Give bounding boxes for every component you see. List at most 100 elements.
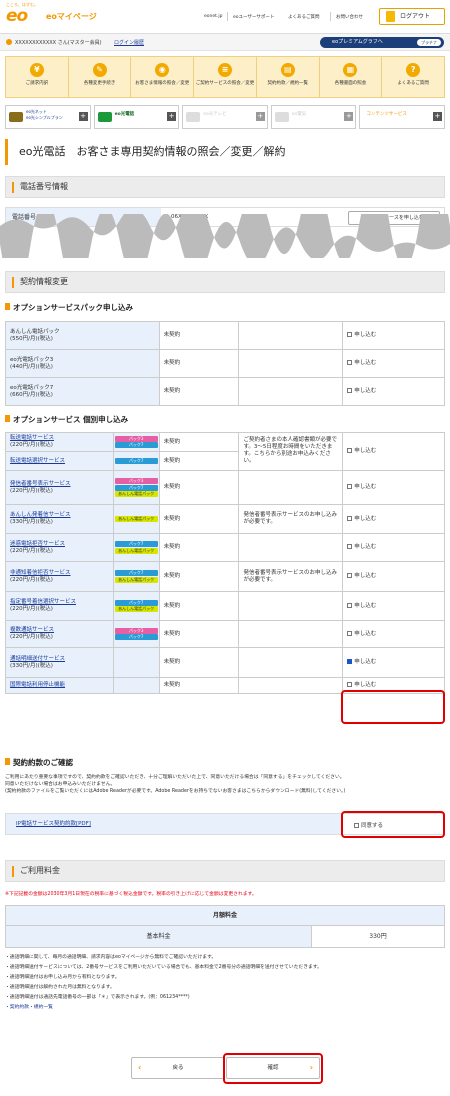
premium-graph-button[interactable]: eoプレミアムグラフへ プラチナ xyxy=(320,37,444,48)
option-apply-cell[interactable]: 申し込む xyxy=(342,561,445,592)
option-apply-cell[interactable]: 申し込む xyxy=(342,620,445,648)
menu-item-terms[interactable]: ▤ 契約約款／規約一覧 xyxy=(257,57,320,97)
checkbox-icon[interactable] xyxy=(347,602,353,608)
eo-logo[interactable]: こころ、はずむ。 eo eoマイページ xyxy=(6,1,97,26)
option-tags xyxy=(112,677,160,694)
option-name-link[interactable]: 複数通話サービス xyxy=(10,627,54,633)
note-item: ・通話明細送付は通話先電話番号の一部は「＊」で表示されます。(例：061234*… xyxy=(5,995,190,1000)
pack-name-text: あんしん電話パック (550円/月)(税込) xyxy=(10,328,60,342)
plus-icon[interactable]: + xyxy=(344,112,354,121)
option-row: 非通知着信拒否サービス (220円/月)(税込) パック7 あんしん電話パック 未契約発… xyxy=(5,561,445,592)
option-apply-cell[interactable]: 申し込む xyxy=(342,432,445,471)
option-name-link[interactable]: 迷惑電話拒否サービス xyxy=(10,541,65,547)
pack-apply-cell[interactable]: 申し込む xyxy=(342,377,445,406)
option-tags: パック3 パック7 あんしん電話パック xyxy=(112,470,160,505)
menu-label: 契約約款／規約一覧 xyxy=(267,81,308,86)
option-name-link[interactable]: 転送電話選択サービス xyxy=(10,458,65,464)
plus-icon[interactable]: + xyxy=(432,112,442,121)
option-tags: パック3 パック7 xyxy=(112,432,160,452)
individual-heading: オプションサービス 個別申し込み xyxy=(5,414,128,425)
tab-contents[interactable]: コンテンツサービス + xyxy=(359,105,445,129)
checkbox-icon[interactable] xyxy=(347,448,353,453)
checkbox-icon[interactable] xyxy=(347,484,353,489)
checkbox-icon[interactable] xyxy=(347,630,353,636)
option-status: 未契約 xyxy=(158,504,240,534)
menu-item-customer-info[interactable]: ◉ お客さま情報の照会／変更 xyxy=(131,57,195,97)
option-name-link[interactable]: 転送電話サービス xyxy=(10,435,54,441)
option-tags: パック7 あんしん電話パック xyxy=(112,561,160,592)
pack-name: eo光電話パック3 (440円/月)(税込) xyxy=(5,349,160,378)
option-price: (330円/月)(税込) xyxy=(10,662,53,669)
header-link-faq[interactable]: よくあるご質問 xyxy=(288,14,320,20)
menu-item-faq[interactable]: ? よくあるご質問 xyxy=(382,57,444,97)
option-status: 未契約 xyxy=(158,620,240,648)
logout-button[interactable]: ログアウト xyxy=(379,8,445,25)
option-name-link[interactable]: 国際電話利用停止機能 xyxy=(10,682,65,688)
menu-label: 各種書面の照会 xyxy=(334,81,367,86)
checkbox-icon[interactable] xyxy=(347,544,353,549)
header-link-eonet[interactable]: eonet.jp xyxy=(204,14,222,19)
checkbox-icon[interactable] xyxy=(347,332,353,337)
option-status: 未契約 xyxy=(158,470,240,505)
terms-pdf-link[interactable]: IP電話サービス契約約款[PDF] xyxy=(16,821,91,827)
pack-row: eo光電話パック7 (660円/月)(税込) 未契約 申し込む xyxy=(5,377,445,406)
section-header-phone: 電話番号情報 xyxy=(5,176,445,198)
header-link-support[interactable]: eoユーザーサポート xyxy=(233,14,274,20)
list-icon: ≡ xyxy=(218,63,233,77)
plus-icon[interactable]: + xyxy=(167,112,177,121)
pack-status: 未契約 xyxy=(158,349,240,378)
checkbox-icon[interactable] xyxy=(347,360,353,365)
option-note xyxy=(238,591,344,621)
main-menu: ¥ ご請求内訳 ✎ 各種変更手続き ◉ お客さま情報の照会／変更 ≡ ご契約サービスの照… xyxy=(5,56,445,98)
option-price: (220円/月)(税込) xyxy=(10,487,53,494)
checkbox-icon[interactable] xyxy=(347,659,353,664)
site-header: こころ、はずむ。 eo eoマイページ eonet.jp eoユーザーサポート … xyxy=(0,0,450,34)
pack-tag: パック3 xyxy=(114,478,158,484)
checkbox-icon[interactable] xyxy=(347,388,353,393)
option-name-link[interactable]: 発信者番号表示サービス xyxy=(10,481,71,487)
tab-eo-net[interactable]: eo光ネット eo光シンプルプラン + xyxy=(5,105,91,129)
checkbox-icon[interactable] xyxy=(347,682,353,687)
option-apply-cell[interactable]: 申し込む xyxy=(342,470,445,505)
option-name-link[interactable]: 指定番号着信選択サービス xyxy=(10,599,76,605)
yen-icon: ¥ xyxy=(29,63,44,77)
tab-eo-denki[interactable]: eo電気 + xyxy=(270,105,357,129)
notes-list: ・通話明細に関して、毎月の通話明細、請求内容はeoマイページから無料でご確認いた… xyxy=(5,954,445,1011)
apply-label: 申し込む xyxy=(354,602,377,609)
option-apply-cell[interactable]: 申し込む xyxy=(342,591,445,621)
apply-label: 申し込む xyxy=(354,659,377,665)
plus-icon[interactable]: + xyxy=(78,112,88,121)
apply-label: 申し込む xyxy=(354,573,377,579)
checkbox-icon[interactable] xyxy=(347,573,353,578)
option-name-link[interactable]: 非通知着信拒否サービス xyxy=(10,570,71,576)
back-button[interactable]: ‹ 戻る xyxy=(131,1057,225,1079)
option-row: 迷惑電話拒否サービス (220円/月)(税込) パック7 あんしん電話パック 未契約 申し… xyxy=(5,533,445,562)
header-link-contact[interactable]: お問い合わせ xyxy=(336,14,363,20)
option-apply-cell[interactable]: 申し込む xyxy=(342,647,445,678)
login-history-link[interactable]: ログイン履歴 xyxy=(114,39,144,46)
menu-item-services[interactable]: ≡ ご契約サービスの照会／変更 xyxy=(194,57,257,97)
option-name-link[interactable]: 通話明細送付サービス xyxy=(10,656,65,662)
pack-apply-cell[interactable]: 申し込む xyxy=(342,321,445,350)
option-name-cell: 通話明細送付サービス (330円/月)(税込) xyxy=(5,647,114,678)
menu-item-changes[interactable]: ✎ 各種変更手続き xyxy=(69,57,132,97)
pack-tag: パック7 xyxy=(114,458,158,464)
option-tags: パック7 xyxy=(112,451,160,471)
page-title: eo光電話 お客さま専用契約情報の照会／変更／解約 xyxy=(5,139,445,165)
menu-item-billing[interactable]: ¥ ご請求内訳 xyxy=(6,57,69,97)
tab-eo-phone[interactable]: eo光電話 + xyxy=(93,105,180,129)
pack-tag: パック3 xyxy=(114,435,158,442)
option-name-link[interactable]: あんしん発着信サービス xyxy=(10,512,71,518)
terms-list-link[interactable]: ・契約約款・規約一覧 xyxy=(5,1004,445,1011)
pack-apply-cell[interactable]: 申し込む xyxy=(342,349,445,378)
logo-text: eo xyxy=(6,6,28,26)
tab-eo-tv[interactable]: eo光テレビ + xyxy=(182,105,268,129)
menu-item-documents[interactable]: ▦ 各種書面の照会 xyxy=(320,57,383,97)
option-apply-cell[interactable]: 申し込む xyxy=(342,504,445,534)
plus-icon[interactable]: + xyxy=(255,112,265,121)
tab-label: eo電気 xyxy=(291,112,307,117)
checkbox-icon[interactable] xyxy=(347,515,353,521)
option-apply-cell[interactable]: 申し込む xyxy=(342,533,445,562)
pack-tag: パック7 xyxy=(114,634,158,641)
pack-tag: パック7 xyxy=(114,484,158,491)
